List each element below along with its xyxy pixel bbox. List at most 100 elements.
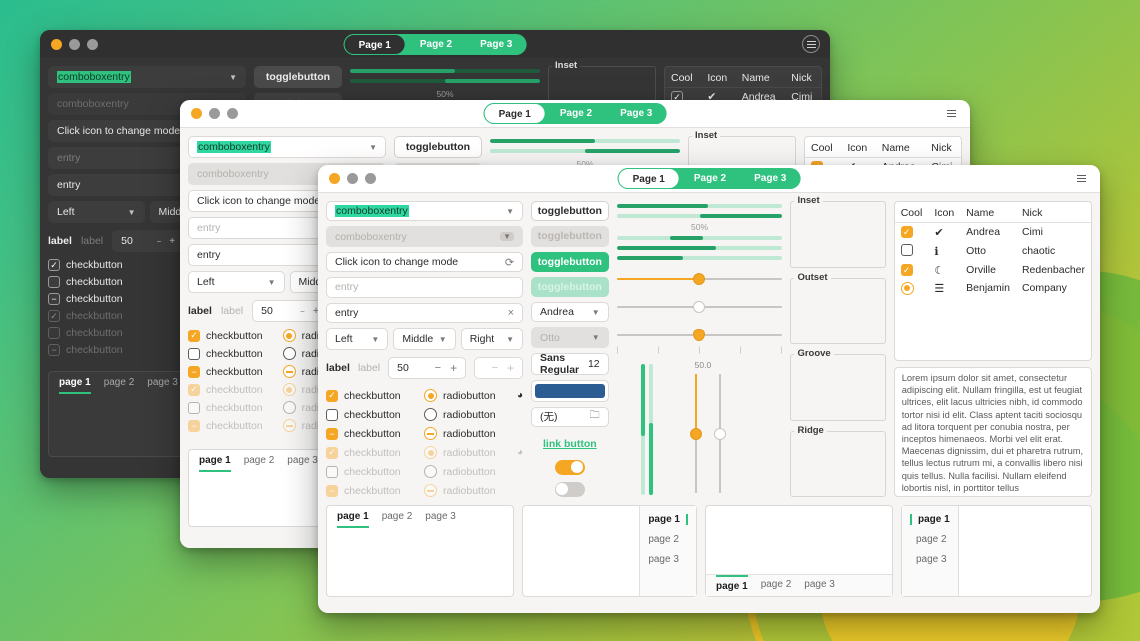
- row-cool-cell[interactable]: [895, 279, 929, 297]
- comboboxentry-editable[interactable]: comboboxentry ▼: [188, 136, 386, 158]
- scale-horizontal-2[interactable]: [617, 300, 783, 314]
- chevron-down-icon[interactable]: ▼: [506, 207, 514, 216]
- radiobutton-off[interactable]: [424, 408, 437, 421]
- textview[interactable]: Lorem ipsum dolor sit amet, consectetur …: [894, 367, 1092, 497]
- checkbutton-unchecked[interactable]: [326, 409, 338, 421]
- window-tab-switcher[interactable]: Page 1 Page 2 Page 3: [344, 34, 527, 55]
- notebook-tab-page2[interactable]: page 2: [761, 575, 792, 592]
- radiobutton-on[interactable]: [283, 329, 296, 342]
- checkbutton-mixed[interactable]: −: [188, 366, 200, 378]
- window-controls[interactable]: [318, 173, 376, 184]
- notebook-tabs-bottom[interactable]: page 1 page 2 page 3: [705, 505, 893, 597]
- notebook-tab-page3[interactable]: page 3: [910, 554, 950, 565]
- hamburger-icon[interactable]: [942, 105, 960, 123]
- scale-vertical-orange-track[interactable]: [695, 374, 697, 493]
- comboboxentry-editable[interactable]: comboboxentry ▼: [326, 201, 523, 221]
- entry-filled[interactable]: entry ×: [326, 303, 523, 323]
- chevron-down-icon[interactable]: ▼: [128, 208, 136, 217]
- togglebutton-1[interactable]: togglebutton: [254, 66, 342, 88]
- notebook-tab-page3[interactable]: page 3: [804, 575, 835, 592]
- window-front-light[interactable]: Page 1 Page 2 Page 3 comboboxentry ▼ com…: [318, 165, 1100, 613]
- row-cool-cell[interactable]: [895, 241, 929, 261]
- notebook-tab-page1[interactable]: page 1: [648, 514, 688, 525]
- col-icon[interactable]: Icon: [928, 204, 960, 223]
- col-nick[interactable]: Nick: [1016, 204, 1091, 223]
- icon-mode-entry[interactable]: Click icon to change mode ⟳: [326, 252, 523, 272]
- spin-minus-icon[interactable]: −: [300, 307, 305, 316]
- col-nick[interactable]: Nick: [925, 139, 961, 158]
- togglebutton-1[interactable]: togglebutton: [531, 201, 609, 221]
- chevron-down-icon[interactable]: ▼: [592, 308, 600, 317]
- notebook-tabs-right[interactable]: page 1 page 2 page 3: [522, 505, 697, 597]
- col-cool[interactable]: Cool: [665, 69, 701, 88]
- titlebar[interactable]: Page 1 Page 2 Page 3: [40, 30, 830, 58]
- radiobutton-mixed[interactable]: [283, 365, 296, 378]
- file-chooser-button[interactable]: (无) 🗀: [531, 407, 609, 427]
- link-button[interactable]: link button: [543, 438, 597, 450]
- titlebar[interactable]: Page 1 Page 2 Page 3: [318, 165, 1100, 193]
- checkbutton-unchecked[interactable]: [188, 348, 200, 360]
- notebook-tab-page2[interactable]: page 2: [910, 534, 950, 545]
- titlebar[interactable]: Page 1 Page 2 Page 3: [180, 100, 970, 128]
- scale-vertical-orange-knob[interactable]: [690, 428, 702, 440]
- tab-page2[interactable]: Page 2: [406, 34, 466, 55]
- notebook-tab-page1[interactable]: page 1: [337, 511, 369, 528]
- col-nick[interactable]: Nick: [785, 69, 821, 88]
- checkbutton-mixed[interactable]: −: [326, 428, 338, 440]
- notebook-tab-page1[interactable]: page 1: [910, 514, 950, 525]
- close-button[interactable]: [51, 39, 62, 50]
- clear-icon[interactable]: ×: [508, 307, 514, 319]
- color-button[interactable]: [531, 380, 609, 402]
- radiobutton-on[interactable]: [424, 389, 437, 402]
- notebook-tabs-vertical-right[interactable]: page 1 page 2 page 3: [639, 506, 696, 596]
- notebook-tabs-top[interactable]: page 1 page 2 page 3: [326, 505, 514, 597]
- checkbutton-checked[interactable]: ✓: [326, 390, 338, 402]
- scale-horizontal-1[interactable]: [617, 272, 783, 286]
- combo-left[interactable]: Left ▼: [48, 201, 145, 223]
- col-icon[interactable]: Icon: [841, 139, 875, 158]
- notebook-tabs-bottom-strip[interactable]: page 1 page 2 page 3: [706, 574, 892, 596]
- col-icon[interactable]: Icon: [701, 69, 735, 88]
- row-checkbox-checked[interactable]: ✓: [901, 226, 913, 238]
- chevron-down-icon[interactable]: ▼: [229, 73, 237, 82]
- switch-off[interactable]: [555, 482, 585, 497]
- togglebutton-1[interactable]: togglebutton: [394, 136, 482, 158]
- close-button[interactable]: [191, 108, 202, 119]
- combo-middle[interactable]: Middle ▼: [393, 328, 455, 350]
- spinbutton[interactable]: 50 − +: [252, 300, 328, 322]
- minimize-button[interactable]: [209, 108, 220, 119]
- notebook-tab-page2[interactable]: page 2: [382, 511, 413, 528]
- window-controls[interactable]: [40, 39, 98, 50]
- row-cool-cell[interactable]: ✓: [895, 261, 929, 279]
- checkbutton-checked[interactable]: ✓: [48, 259, 60, 271]
- chevron-down-icon[interactable]: ▼: [369, 143, 377, 152]
- combo-left[interactable]: Left ▼: [188, 271, 285, 293]
- chevron-down-icon[interactable]: ▼: [268, 278, 276, 287]
- entry-empty[interactable]: entry: [326, 277, 523, 297]
- row-radio-on[interactable]: [901, 282, 914, 295]
- maximize-button[interactable]: [365, 173, 376, 184]
- maximize-button[interactable]: [87, 39, 98, 50]
- spin-minus-icon[interactable]: −: [435, 362, 441, 374]
- spin-plus-icon[interactable]: +: [169, 236, 175, 247]
- window-tab-switcher[interactable]: Page 1 Page 2 Page 3: [484, 103, 667, 124]
- scale-knob-marker[interactable]: [693, 329, 705, 341]
- minimize-button[interactable]: [347, 173, 358, 184]
- chevron-down-icon[interactable]: ▼: [506, 335, 514, 344]
- tab-page1[interactable]: Page 1: [484, 103, 546, 124]
- tab-page3[interactable]: Page 3: [740, 168, 800, 189]
- switch-on[interactable]: [555, 460, 585, 475]
- radiobutton-off[interactable]: [283, 347, 296, 360]
- radiobutton-mixed[interactable]: [424, 427, 437, 440]
- refresh-icon[interactable]: ⟳: [505, 256, 514, 269]
- hamburger-icon[interactable]: [802, 35, 820, 53]
- col-cool[interactable]: Cool: [895, 204, 929, 223]
- notebook-tab-page3[interactable]: page 3: [648, 554, 688, 565]
- col-cool[interactable]: Cool: [805, 139, 841, 158]
- col-name[interactable]: Name: [960, 204, 1016, 223]
- tab-page1[interactable]: Page 1: [618, 168, 680, 189]
- tab-page3[interactable]: Page 3: [606, 103, 666, 124]
- spin-minus-icon[interactable]: −: [157, 237, 162, 246]
- treeview[interactable]: Cool Icon Name Nick ✓ ✔ Andrea Cimi ℹ: [894, 201, 1092, 361]
- col-name[interactable]: Name: [736, 69, 786, 88]
